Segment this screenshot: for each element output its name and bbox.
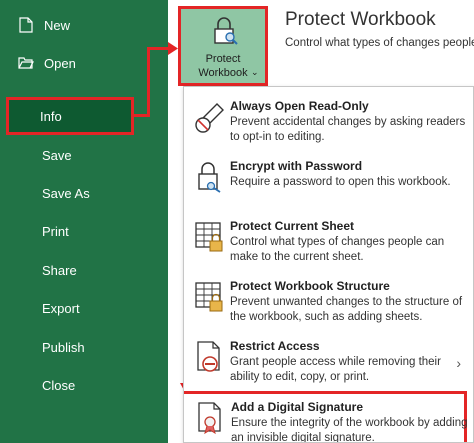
menu-item-description: Ensure the integrity of the workbook by …: [231, 417, 468, 443]
menu-item-protect-current-sheet[interactable]: Protect Current Sheet Control what types…: [184, 213, 473, 271]
menu-item-description: Grant people access while removing their…: [230, 356, 441, 383]
sidebar-item-label: Info: [40, 108, 62, 124]
menu-item-always-open-read-only[interactable]: Always Open Read-Only Prevent accidental…: [184, 93, 473, 151]
arrow-head-icon: [168, 42, 178, 55]
sidebar-item-label: New: [44, 17, 71, 33]
sidebar-item-label: Open: [44, 55, 76, 71]
menu-item-encrypt-with-password[interactable]: Encrypt with Password Require a password…: [184, 153, 473, 211]
page-title: Protect Workbook: [285, 9, 436, 30]
chevron-right-icon[interactable]: ›: [456, 355, 461, 371]
menu-item-description: Prevent accidental changes by asking rea…: [230, 116, 466, 143]
sidebar-item-close[interactable]: Close: [0, 368, 168, 402]
page-description: Control what types of changes people: [285, 37, 474, 49]
menu-item-title: Protect Current Sheet: [230, 219, 355, 233]
sidebar-item-save[interactable]: Save: [0, 138, 168, 172]
chevron-down-icon: ⌄: [251, 67, 259, 77]
sidebar-item-label: Share: [42, 262, 77, 278]
sidebar-item-save-as[interactable]: Save As: [0, 176, 168, 210]
sidebar-item-publish[interactable]: Publish: [0, 330, 168, 364]
menu-item-title: Encrypt with Password: [230, 159, 363, 173]
menu-item-protect-workbook-structure[interactable]: Protect Workbook Structure Prevent unwan…: [184, 273, 473, 331]
menu-item-title: Protect Workbook Structure: [230, 279, 390, 293]
open-folder-icon: [18, 55, 34, 71]
menu-item-description: Control what types of changes people can…: [230, 236, 445, 263]
menu-item-title: Restrict Access: [230, 339, 320, 353]
protect-workbook-button[interactable]: Protect Workbook ⌄: [178, 6, 268, 86]
menu-item-add-digital-signature[interactable]: Add a Digital Signature Ensure the integ…: [184, 391, 468, 442]
protect-workbook-menu: Always Open Read-Only Prevent accidental…: [183, 86, 474, 443]
sidebar-item-new[interactable]: New: [0, 8, 168, 42]
workbook-lock-icon: [194, 279, 226, 315]
signature-icon: [195, 400, 227, 436]
sidebar-item-info[interactable]: Info: [6, 97, 134, 135]
sidebar-item-open[interactable]: Open: [0, 46, 168, 80]
sidebar-item-label: Save As: [42, 185, 90, 201]
sidebar-item-print[interactable]: Print: [0, 214, 168, 248]
sidebar-item-label: Print: [42, 223, 69, 239]
menu-item-title: Add a Digital Signature: [231, 400, 364, 414]
menu-item-title: Always Open Read-Only: [230, 99, 369, 113]
pencil-no-icon: [194, 99, 226, 135]
sidebar-item-share[interactable]: Share: [0, 253, 168, 287]
lock-key-icon: [194, 159, 226, 195]
connector-arrow: [147, 48, 150, 117]
menu-item-restrict-access[interactable]: Restrict Access Grant people access whil…: [184, 333, 473, 391]
sidebar-item-label: Save: [42, 147, 72, 163]
restrict-access-icon: [194, 339, 226, 375]
sheet-lock-icon: [194, 219, 226, 255]
lock-search-icon: [213, 17, 239, 50]
sidebar-item-label: Publish: [42, 339, 85, 355]
sidebar-item-label: Close: [42, 377, 76, 393]
menu-item-description: Prevent unwanted changes to the structur…: [230, 296, 463, 323]
sidebar-item-label: Export: [42, 300, 80, 316]
backstage-sidebar: New Open Info Save Save As Print Share E…: [0, 0, 168, 443]
sidebar-item-export[interactable]: Export: [0, 291, 168, 325]
protect-button-label-line1: Protect: [205, 53, 241, 65]
new-file-icon: [18, 17, 34, 33]
menu-item-description: Require a password to open this workbook…: [230, 176, 451, 188]
